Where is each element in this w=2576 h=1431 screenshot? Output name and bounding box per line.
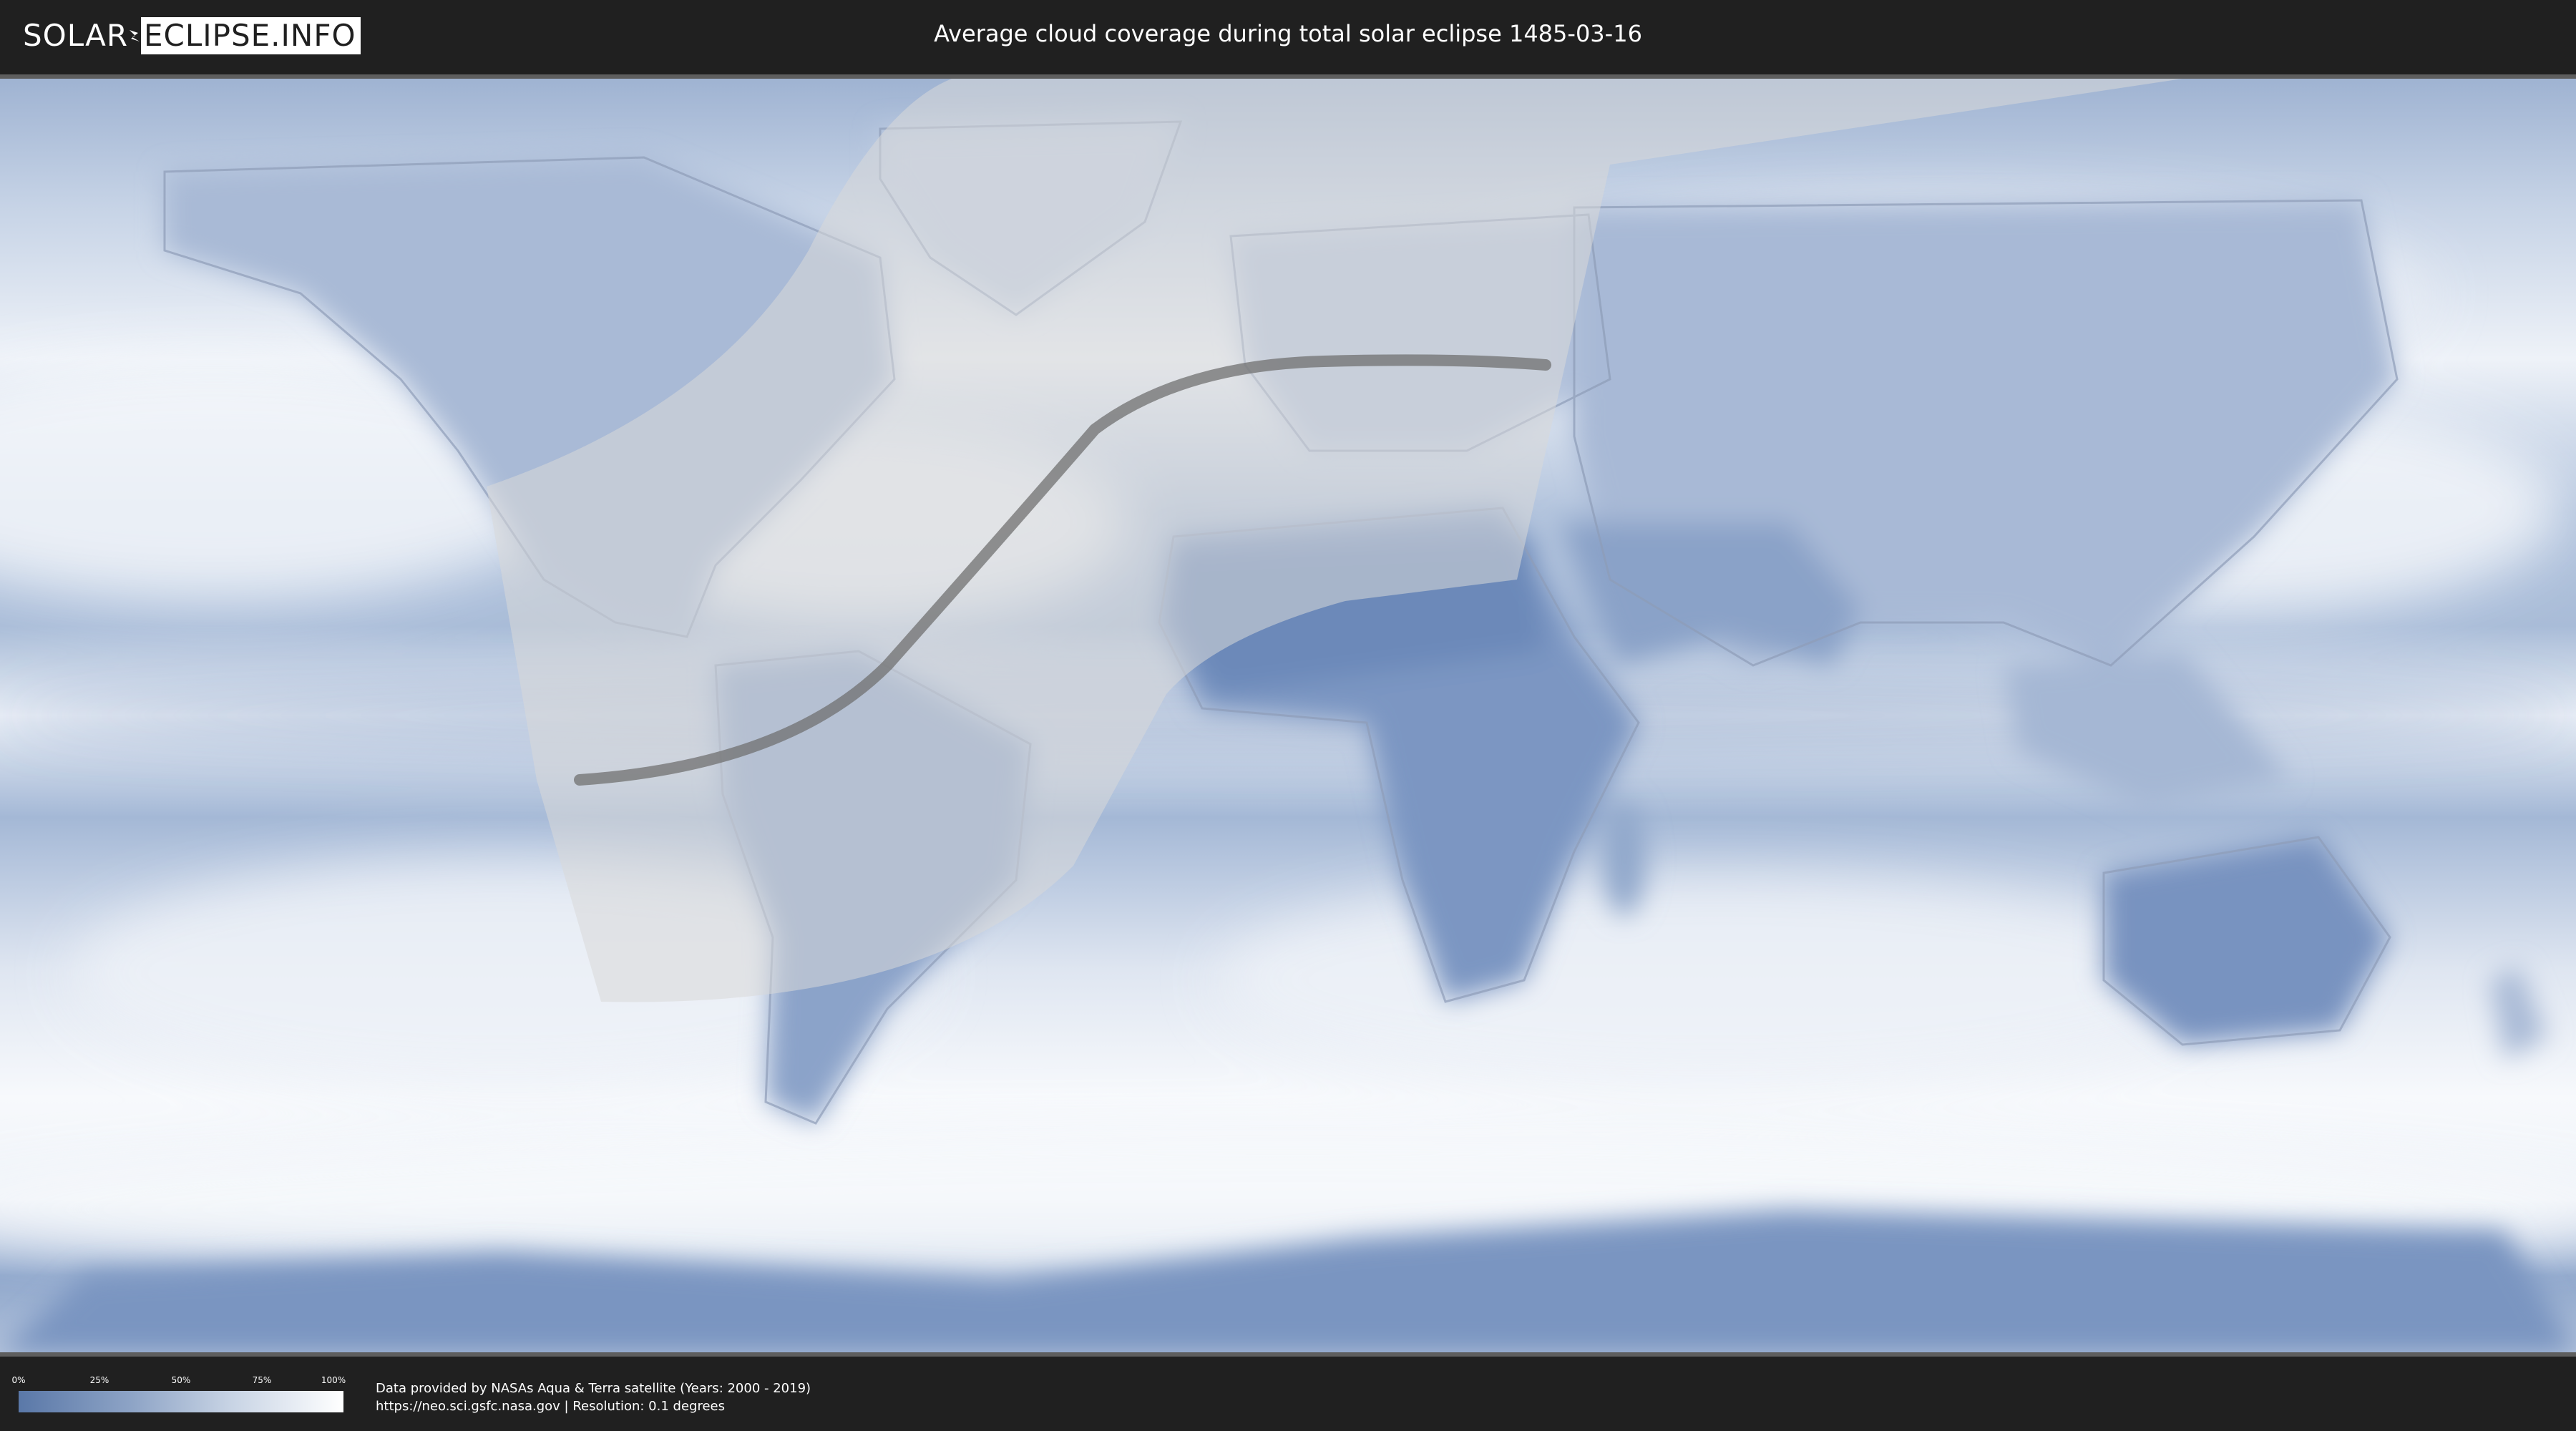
legend-tick-0: 0% bbox=[11, 1375, 26, 1385]
legend-tick-75: 75% bbox=[252, 1375, 272, 1385]
page-title: Average cloud coverage during total sola… bbox=[934, 20, 1642, 47]
credits-line-1: Data provided by NASAs Aqua & Terra sate… bbox=[376, 1381, 811, 1396]
legend-tick-50: 50% bbox=[171, 1375, 191, 1385]
legend-tick-100: 100% bbox=[321, 1375, 346, 1385]
credits-line-2: https://neo.sci.gsfc.nasa.gov | Resoluti… bbox=[376, 1399, 725, 1414]
map-frame bbox=[0, 74, 2576, 1357]
legend-color-bar bbox=[19, 1391, 343, 1412]
cloud-coverage-map[interactable] bbox=[0, 79, 2576, 1352]
header: SOLAR ECLIPSE.INFO Average cloud coverag… bbox=[0, 0, 2576, 72]
legend-tick-25: 25% bbox=[89, 1375, 109, 1385]
madagascar bbox=[1603, 801, 1646, 916]
coverage-legend: 0% 25% 50% 75% 100% bbox=[11, 1375, 346, 1415]
footer: 0% 25% 50% 75% 100% Data provided by NAS… bbox=[0, 1359, 2576, 1431]
data-credits: Data provided by NASAs Aqua & Terra sate… bbox=[376, 1379, 811, 1415]
